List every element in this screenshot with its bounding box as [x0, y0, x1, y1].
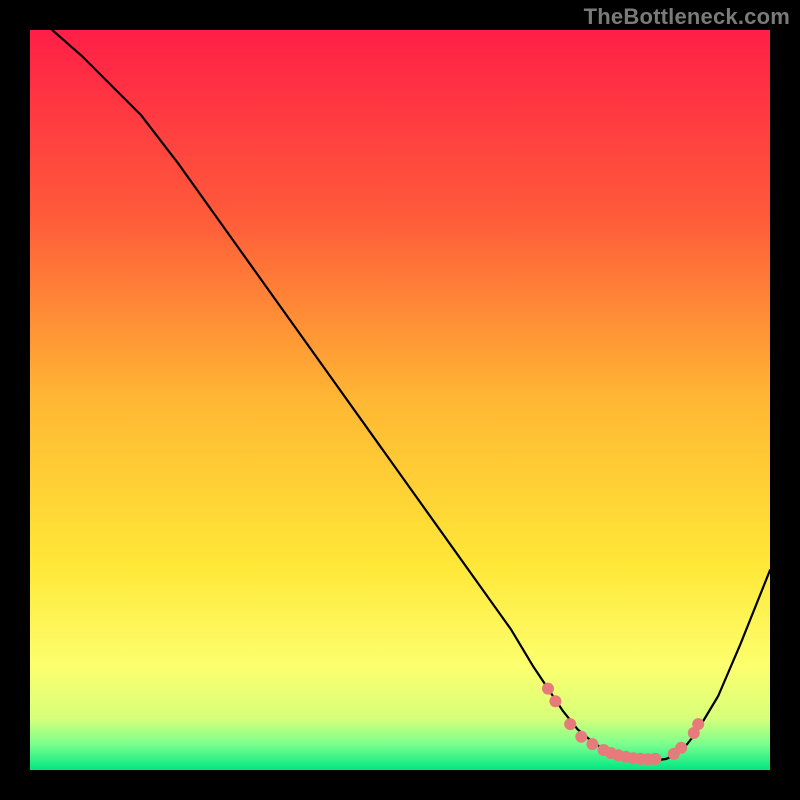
bottleneck-chart	[0, 0, 800, 800]
plot-background	[30, 30, 770, 770]
chart-frame: TheBottleneck.com	[0, 0, 800, 800]
